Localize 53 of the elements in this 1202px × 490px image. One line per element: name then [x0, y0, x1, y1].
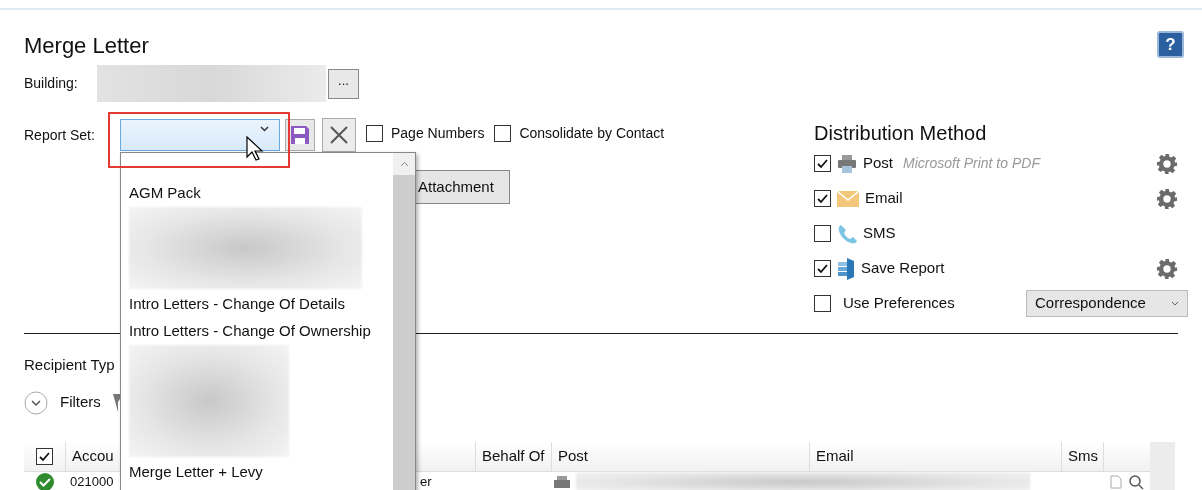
printer-name: Microsoft Print to PDF	[903, 154, 1040, 173]
caret-icon	[1171, 301, 1179, 306]
checkbox[interactable]	[814, 155, 831, 172]
printer-icon	[553, 475, 570, 488]
report-set-label: Report Set:	[24, 125, 96, 145]
settings-icon[interactable]	[1156, 257, 1178, 280]
checkbox[interactable]	[814, 190, 831, 207]
window-title: Merge Letter	[24, 32, 150, 60]
stack-icon	[837, 257, 855, 280]
method-label: SMS	[863, 223, 896, 244]
settings-icon[interactable]	[1156, 187, 1178, 210]
dropdown-item[interactable]: AGM Pack	[129, 179, 393, 206]
checkbox-label: Consolidate by Contact	[519, 123, 665, 143]
preference-select[interactable]: Correspondence	[1026, 290, 1188, 317]
save-button[interactable]	[285, 119, 315, 151]
dropdown-item[interactable]: Intro Letters - Change Of Ownership	[129, 317, 393, 344]
caret-icon	[260, 126, 269, 132]
search-icon[interactable]	[1127, 473, 1144, 490]
checkbox[interactable]	[366, 124, 383, 142]
column-header[interactable]: Sms	[1062, 441, 1104, 471]
checkbox-label: Use Preferences	[843, 293, 955, 314]
column-header[interactable]: Post	[552, 441, 810, 471]
envelope-icon	[837, 190, 859, 207]
phone-icon	[837, 223, 857, 244]
checkbox[interactable]	[494, 124, 512, 142]
method-label: Save Report	[861, 258, 945, 279]
delete-button[interactable]	[322, 118, 356, 152]
scrollbar[interactable]	[393, 153, 415, 490]
help-button[interactable]: ?	[1157, 31, 1184, 58]
settings-icon[interactable]	[1156, 152, 1178, 175]
checkbox[interactable]	[814, 225, 831, 242]
method-label: Email	[865, 188, 903, 209]
close-icon	[329, 125, 349, 145]
building-field[interactable]	[97, 65, 326, 102]
column-header[interactable]: Behalf Of	[476, 441, 552, 471]
table-cell: er	[420, 474, 432, 489]
scrollbar[interactable]	[1150, 441, 1175, 490]
document-icon	[1109, 474, 1122, 489]
recipient-type-label: Recipient Typ	[24, 355, 116, 375]
method-label: Post	[863, 153, 893, 174]
table-cell-text: 021000	[69, 474, 115, 489]
building-label: Building:	[24, 74, 79, 93]
select-all-checkbox[interactable]	[36, 447, 53, 465]
checkbox[interactable]	[814, 295, 831, 312]
dropdown-item[interactable]: Intro Letters - Change Of Details	[129, 290, 393, 317]
browse-button[interactable]: ...	[328, 68, 359, 99]
checkbox[interactable]	[814, 260, 831, 277]
filters-label: Filters	[60, 392, 101, 413]
column-header[interactable]: Email	[810, 441, 1062, 471]
checkbox-label: Page Numbers	[391, 123, 485, 143]
section-title: Distribution Method	[814, 121, 988, 146]
dropdown-item[interactable]: Merge Letter + Levy	[129, 458, 393, 485]
printer-icon	[837, 154, 857, 173]
